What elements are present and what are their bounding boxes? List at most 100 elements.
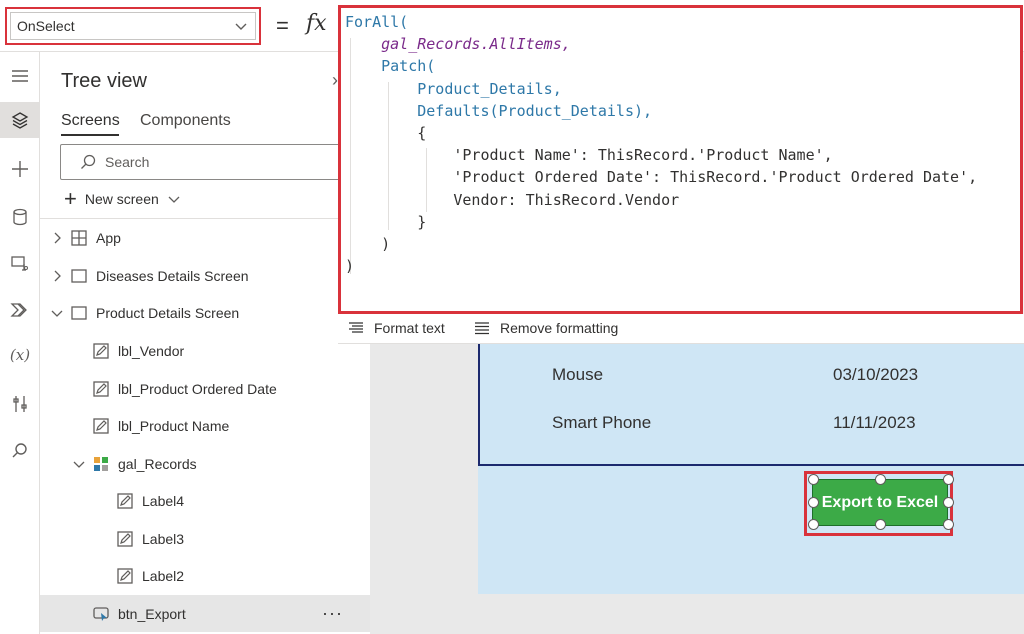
chevron-right-icon	[54, 232, 61, 243]
tree-node-label: Product Details Screen	[96, 304, 240, 321]
resize-handle[interactable]	[808, 474, 819, 485]
tree-node-label: Label4	[142, 492, 185, 509]
tree-view-title: Tree view	[61, 70, 147, 92]
gallery-cell-product-name: Smart Phone	[552, 413, 652, 432]
tree-node-btn-export[interactable]: btn_Export ···	[40, 595, 370, 632]
chevron-down-icon	[168, 196, 180, 203]
hamburger-menu-icon[interactable]	[0, 58, 40, 94]
gallery-cell-ordered-date: 11/11/2023	[833, 413, 916, 432]
code-line: Product_Details,	[345, 79, 562, 98]
code-line: Vendor: ThisRecord.Vendor	[345, 190, 680, 209]
app-grid-icon	[71, 229, 87, 246]
media-icon[interactable]	[0, 245, 40, 281]
label-edit-icon	[117, 567, 133, 584]
new-screen-button[interactable]: + New screen	[64, 188, 181, 210]
more-options-icon[interactable]: ···	[322, 603, 343, 624]
tab-screens[interactable]: Screens	[61, 112, 120, 130]
format-text-label: Format text	[374, 320, 445, 336]
tree-node-label: App	[96, 229, 121, 246]
resize-handle[interactable]	[808, 519, 819, 530]
screen-icon	[71, 268, 87, 283]
tree-node-label: lbl_Vendor	[118, 342, 185, 359]
chevron-down-icon	[235, 23, 247, 30]
gallery-records[interactable]: Mouse 03/10/2023 Smart Phone 11/11/2023	[478, 340, 1024, 466]
data-cylinder-icon[interactable]	[0, 199, 40, 235]
tree-view-panel: Tree view › Screens Components Search + …	[40, 52, 370, 634]
tree-node-label: gal_Records	[118, 455, 197, 472]
screen-icon	[71, 305, 87, 320]
tree-node-product-screen[interactable]: Product Details Screen	[40, 294, 370, 331]
gallery-cell-product-name: Mouse	[552, 365, 604, 384]
resize-handle[interactable]	[943, 497, 954, 508]
tab-components[interactable]: Components	[140, 112, 231, 130]
tree-node-label: Diseases Details Screen	[96, 267, 249, 284]
chevron-right-icon	[54, 270, 61, 281]
search-input[interactable]: Search	[60, 144, 350, 180]
gallery-cell-ordered-date: 03/10/2023	[833, 365, 919, 384]
code-line: Defaults(Product_Details),	[345, 101, 653, 120]
advanced-tools-icon[interactable]	[0, 386, 40, 422]
tree-node-label: lbl_Product Name	[118, 417, 230, 434]
formula-code[interactable]: ForAll( gal_Records.AllItems, Patch( Pro…	[345, 11, 977, 277]
power-automate-icon[interactable]	[0, 292, 40, 328]
resize-handle[interactable]	[875, 474, 886, 485]
button-cursor-icon	[93, 606, 109, 621]
tree-node-diseases-screen[interactable]: Diseases Details Screen	[40, 257, 370, 294]
tree-node-gal-records[interactable]: gal_Records	[40, 445, 370, 482]
resize-handle[interactable]	[808, 497, 819, 508]
label-edit-icon	[93, 342, 109, 359]
tree-node-lbl-ordered-date[interactable]: lbl_Product Ordered Date	[40, 370, 370, 407]
format-toolbar: Format text Remove formatting	[338, 314, 1024, 344]
left-rail: (x)	[0, 52, 40, 634]
new-screen-label: New screen	[84, 191, 159, 207]
variables-icon[interactable]: (x)	[0, 337, 40, 373]
resize-handle[interactable]	[875, 519, 886, 530]
tree-node-app[interactable]: App	[40, 219, 370, 256]
label-edit-icon	[93, 380, 109, 397]
chevron-down-icon	[73, 461, 85, 468]
search-rail-icon[interactable]	[0, 433, 40, 469]
insert-plus-icon[interactable]	[0, 151, 40, 187]
code-line: ForAll(	[345, 13, 409, 31]
gallery-icon	[94, 456, 108, 471]
label-edit-icon	[93, 417, 109, 434]
code-line: gal_Records.AllItems,	[345, 35, 571, 54]
remove-formatting-button[interactable]: Remove formatting	[474, 320, 618, 336]
property-dropdown-value: OnSelect	[17, 18, 75, 34]
label-edit-icon	[117, 530, 133, 547]
code-line: )	[345, 257, 355, 276]
resize-handle[interactable]	[943, 519, 954, 530]
code-line: )	[345, 235, 391, 254]
chevron-down-icon	[51, 310, 63, 317]
tree-node-label3[interactable]: Label3	[40, 520, 370, 557]
equals-sign: =	[276, 13, 289, 38]
tree-node-lbl-product-name[interactable]: lbl_Product Name	[40, 407, 370, 444]
format-text-button[interactable]: Format text	[348, 320, 445, 336]
format-text-icon	[349, 322, 363, 333]
resize-handle[interactable]	[943, 474, 954, 485]
code-line: {	[345, 124, 427, 143]
formula-editor[interactable]: ForAll( gal_Records.AllItems, Patch( Pro…	[338, 5, 1023, 314]
tree-node-label: Label2	[142, 567, 185, 584]
property-dropdown[interactable]: OnSelect	[10, 12, 256, 40]
code-line: }	[345, 212, 427, 231]
search-placeholder: Search	[105, 154, 150, 170]
tree-node-lbl-vendor[interactable]: lbl_Vendor	[40, 332, 370, 369]
plus-icon: +	[64, 186, 77, 211]
remove-formatting-icon	[475, 322, 489, 335]
code-line: Patch(	[345, 57, 436, 76]
tree-node-label: btn_Export	[118, 605, 186, 622]
search-icon	[81, 154, 96, 169]
tree-node-label: Label3	[142, 530, 185, 547]
fx-icon: fx	[306, 11, 327, 36]
tree-node-label: lbl_Product Ordered Date	[118, 380, 277, 397]
tab-screens-underline	[61, 134, 119, 136]
label-edit-icon	[117, 492, 133, 509]
property-dropdown-highlight: OnSelect	[5, 7, 261, 45]
tree-node-label2[interactable]: Label2	[40, 557, 370, 594]
tree-view-layers-icon[interactable]	[0, 102, 40, 138]
remove-formatting-label: Remove formatting	[500, 320, 619, 336]
tree-node-label4[interactable]: Label4	[40, 482, 370, 519]
code-line: 'Product Name': ThisRecord.'Product Name…	[345, 146, 833, 165]
code-line: 'Product Ordered Date': ThisRecord.'Prod…	[345, 168, 978, 187]
